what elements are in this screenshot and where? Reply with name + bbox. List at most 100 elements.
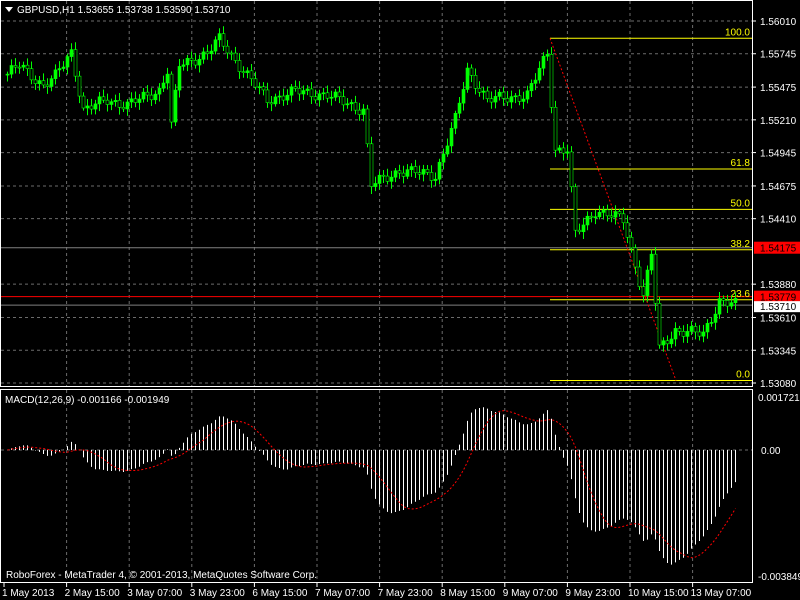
candle-body [441, 153, 446, 163]
candle-body [537, 67, 542, 81]
candle-body [369, 143, 374, 187]
candle-body [493, 96, 498, 103]
candle-body [469, 67, 474, 76]
candle-body [273, 96, 278, 105]
candle-body [365, 108, 370, 145]
candle-body [77, 75, 82, 97]
candle-body [405, 169, 410, 177]
candle-body [5, 73, 10, 76]
candle-body [533, 79, 538, 84]
time-label: 7 May 23:00 [378, 588, 433, 599]
candle-body [217, 33, 222, 41]
candle-body [53, 69, 58, 79]
candle-body [433, 178, 438, 181]
candle-body [421, 169, 426, 175]
candle-body [721, 298, 726, 301]
candle-body [69, 49, 74, 57]
candle-body [437, 161, 442, 180]
candle-body [25, 64, 30, 69]
candle-body [713, 313, 718, 323]
candle-body [21, 64, 26, 68]
candle-body [409, 166, 414, 170]
candle-body [557, 147, 562, 151]
candle-body [337, 91, 342, 97]
candle-body [85, 105, 90, 109]
candle-body [733, 298, 738, 304]
candle-body [565, 151, 570, 154]
candle-body [513, 95, 518, 98]
candle-body [393, 170, 398, 178]
main-panel-border [0, 0, 753, 387]
candle-body [569, 151, 574, 188]
candle-body [601, 209, 606, 213]
candle-body [525, 90, 530, 100]
candle-body [37, 80, 42, 84]
price-axis[interactable]: 1.56010 1.55745 1.55475 1.55210 1.54945 1.546… [752, 17, 800, 390]
candle-body [413, 166, 418, 174]
candle-body [457, 102, 462, 114]
time-label: 10 May 15:00 [628, 588, 689, 599]
candle-body [133, 98, 138, 103]
candle-body [45, 84, 50, 87]
candle-body [233, 52, 238, 61]
candle-body [349, 102, 354, 105]
candle-body [577, 229, 582, 233]
candle-body [653, 253, 658, 304]
candle-body [269, 102, 274, 105]
copyright-watermark: RoboForex - MetaTrader 4, © 2001-2013, M… [6, 570, 317, 581]
candle-body [165, 73, 170, 84]
macd-axis-zero: 0.00 [761, 446, 781, 457]
candle-body [669, 338, 674, 345]
candle-body [553, 107, 558, 151]
candle-body [229, 52, 234, 55]
candle-body [177, 66, 182, 91]
candle-body [665, 340, 670, 345]
candle-body [309, 88, 314, 97]
candle-body [281, 95, 286, 101]
candle-body [709, 322, 714, 324]
price-label: 1.54945 [760, 149, 797, 160]
candle-body [381, 174, 386, 177]
candle-body [649, 253, 654, 271]
candle-body [693, 326, 698, 333]
price-chart[interactable]: 100.061.850.038.223.60.0 1.560101.557451… [0, 0, 800, 600]
candle-body [157, 87, 162, 95]
candle-body [529, 83, 534, 92]
candle-body [697, 331, 702, 337]
candle-body [29, 68, 34, 81]
candle-body [285, 94, 290, 101]
candle-body [149, 94, 154, 101]
candle-body [329, 96, 334, 99]
candle-body [257, 86, 262, 89]
candle-body [209, 50, 214, 54]
candle-body [661, 340, 666, 346]
candle-body [609, 215, 614, 218]
candle-body [481, 90, 486, 93]
time-label: 13 May 07:00 [691, 588, 752, 599]
macd-header: MACD(12,26,9) -0.001166 -0.001949 [5, 395, 170, 406]
candle-body [593, 216, 598, 219]
candle-body [425, 169, 430, 173]
candle-body [673, 328, 678, 340]
time-axis[interactable]: 1 May 2013 2 May 15:00 3 May 07:00 3 May 23… [2, 583, 752, 599]
candle-body [645, 269, 650, 296]
macd-indicator [1, 407, 752, 565]
candle-body [277, 95, 282, 98]
candle-body [89, 105, 94, 110]
candle-body [605, 209, 610, 217]
time-label: 9 May 07:00 [503, 588, 558, 599]
dropdown-triangle-icon[interactable] [5, 7, 13, 12]
candle-body [61, 66, 66, 69]
candle-body [113, 100, 118, 102]
time-label: 6 May 15:00 [252, 588, 307, 599]
candle-body [401, 172, 406, 177]
candle-body [633, 247, 638, 268]
candle-body [17, 66, 22, 69]
fibonacci-retracement[interactable]: 100.0 61.8 50.0 38.2 23.6 0.0 [549, 27, 752, 382]
candle-body [717, 298, 722, 315]
price-label: 1.53345 [760, 346, 797, 357]
candle-body [677, 328, 682, 332]
macd-axis-top: 0.001721 [758, 393, 800, 404]
candle-body [517, 95, 522, 102]
candle-body [581, 224, 586, 233]
